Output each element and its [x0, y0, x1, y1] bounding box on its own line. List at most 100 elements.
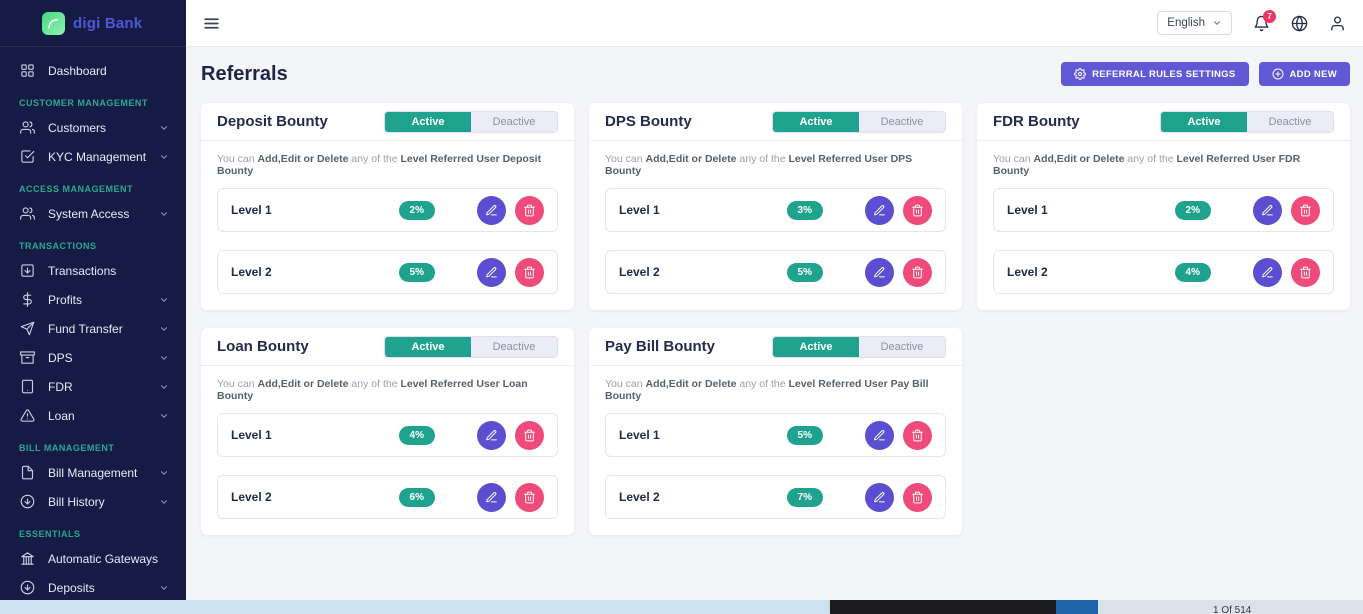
toggle-deactive-option[interactable]: Deactive [1247, 112, 1333, 132]
level-percentage-badge: 5% [787, 426, 823, 445]
sidebar-section-label: ESSENTIALS [0, 516, 186, 544]
delete-level-button[interactable] [903, 258, 932, 287]
edit-pencil-icon [873, 266, 886, 279]
delete-level-button[interactable] [903, 421, 932, 450]
sidebar-item-dashboard[interactable]: Dashboard [0, 56, 186, 85]
card-body: You can Add,Edit or Delete any of the Le… [201, 366, 574, 535]
delete-level-button[interactable] [1291, 196, 1320, 225]
delete-level-button[interactable] [515, 483, 544, 512]
level-row: Level 27% [605, 475, 946, 519]
bounty-card-loan-bounty: Loan BountyActiveDeactive You can Add,Edi… [201, 328, 574, 535]
card-title: Deposit Bounty [217, 113, 328, 130]
edit-level-button[interactable] [477, 196, 506, 225]
toggle-deactive-option[interactable]: Deactive [471, 112, 557, 132]
referral-rules-settings-button[interactable]: REFERRAL RULES SETTINGS [1061, 62, 1248, 86]
edit-pencil-icon [485, 491, 498, 504]
delete-level-button[interactable] [1291, 258, 1320, 287]
edit-level-button[interactable] [865, 258, 894, 287]
sidebar-item-label: Bill History [48, 495, 159, 509]
toggle-deactive-option[interactable]: Deactive [471, 337, 557, 357]
toggle-active-option[interactable]: Active [385, 112, 471, 132]
notifications-bell-icon[interactable]: 7 [1253, 15, 1270, 32]
sidebar-item-label: Bill Management [48, 466, 159, 480]
delete-level-button[interactable] [903, 483, 932, 512]
card-body: You can Add,Edit or Delete any of the Le… [589, 366, 962, 535]
edit-level-button[interactable] [865, 483, 894, 512]
sidebar-section-label: TRANSACTIONS [0, 228, 186, 256]
trash-icon [523, 204, 536, 217]
chevron-down-icon [159, 382, 169, 392]
language-select-value: English [1167, 17, 1205, 29]
delete-level-button[interactable] [515, 196, 544, 225]
sidebar-item-loan[interactable]: Loan [0, 401, 186, 430]
sidebar-item-profits[interactable]: Profits [0, 285, 186, 314]
page-header: Referrals REFERRAL RULES SETTINGS ADD NE… [201, 62, 1350, 86]
level-row: Level 13% [605, 188, 946, 232]
level-label: Level 1 [619, 203, 787, 217]
users-icon [19, 120, 35, 136]
toggle-deactive-option[interactable]: Deactive [859, 112, 945, 132]
content-area: Referrals REFERRAL RULES SETTINGS ADD NE… [186, 47, 1363, 614]
edit-level-button[interactable] [865, 421, 894, 450]
edit-level-button[interactable] [477, 258, 506, 287]
user-profile-icon[interactable] [1329, 15, 1346, 32]
sidebar-item-transactions[interactable]: Transactions [0, 256, 186, 285]
level-label: Level 2 [231, 265, 399, 279]
status-toggle: ActiveDeactive [772, 111, 946, 133]
brand-logo[interactable]: digi Bank [0, 0, 186, 47]
edit-level-button[interactable] [865, 196, 894, 225]
trash-icon [523, 429, 536, 442]
toggle-active-option[interactable]: Active [773, 112, 859, 132]
level-label: Level 1 [619, 428, 787, 442]
edit-level-button[interactable] [477, 483, 506, 512]
transactions-icon [19, 263, 35, 279]
dollar-icon [19, 292, 35, 308]
sidebar-item-fund-transfer[interactable]: Fund Transfer [0, 314, 186, 343]
sidebar-item-bill-history[interactable]: Bill History [0, 487, 186, 516]
level-row: Level 12% [217, 188, 558, 232]
delete-level-button[interactable] [515, 421, 544, 450]
edit-level-button[interactable] [477, 421, 506, 450]
delete-level-button[interactable] [903, 196, 932, 225]
sidebar-item-automatic-gateways[interactable]: Automatic Gateways [0, 544, 186, 573]
sidebar-item-label: System Access [48, 207, 159, 221]
app-root: digi Bank DashboardCUSTOMER MANAGEMENTCu… [0, 0, 1363, 614]
sidebar-item-system-access[interactable]: System Access [0, 199, 186, 228]
bounty-cards-grid: Deposit BountyActiveDeactiveYou can Add,… [201, 103, 1350, 535]
level-label: Level 1 [231, 203, 399, 217]
card-title: Pay Bill Bounty [605, 338, 715, 355]
level-percentage-badge: 3% [787, 201, 823, 220]
card-description: You can Add,Edit or Delete any of the Le… [217, 378, 558, 402]
sidebar-item-fdr[interactable]: FDR [0, 372, 186, 401]
topbar: English 7 [186, 0, 1363, 47]
sidebar-item-customers[interactable]: Customers [0, 113, 186, 142]
toggle-active-option[interactable]: Active [385, 337, 471, 357]
edit-level-button[interactable] [1253, 258, 1282, 287]
delete-level-button[interactable] [515, 258, 544, 287]
toggle-deactive-option[interactable]: Deactive [859, 337, 945, 357]
add-new-button[interactable]: ADD NEW [1259, 62, 1351, 86]
status-toggle: ActiveDeactive [772, 336, 946, 358]
sidebar-item-deposits[interactable]: Deposits [0, 573, 186, 602]
chevron-down-icon [159, 353, 169, 363]
toggle-active-option[interactable]: Active [773, 337, 859, 357]
edit-pencil-icon [873, 491, 886, 504]
card-header: Loan BountyActiveDeactive [201, 328, 574, 366]
archive-icon [19, 350, 35, 366]
edit-level-button[interactable] [1253, 196, 1282, 225]
card-body: You can Add,Edit or Delete any of the Le… [201, 141, 574, 310]
trash-icon [911, 204, 924, 217]
level-percentage-badge: 4% [1175, 263, 1211, 282]
sidebar-item-bill-management[interactable]: Bill Management [0, 458, 186, 487]
chevron-down-icon [159, 295, 169, 305]
sidebar-item-dps[interactable]: DPS [0, 343, 186, 372]
language-select[interactable]: English [1157, 11, 1232, 35]
file-icon [19, 465, 35, 481]
card-description: You can Add,Edit or Delete any of the Le… [605, 378, 946, 402]
toggle-active-option[interactable]: Active [1161, 112, 1247, 132]
globe-icon[interactable] [1291, 15, 1308, 32]
card-header: FDR BountyActiveDeactive [977, 103, 1350, 141]
sidebar-item-kyc-management[interactable]: KYC Management [0, 142, 186, 171]
notification-count-badge: 7 [1263, 10, 1276, 23]
menu-toggle-icon[interactable] [203, 15, 220, 32]
